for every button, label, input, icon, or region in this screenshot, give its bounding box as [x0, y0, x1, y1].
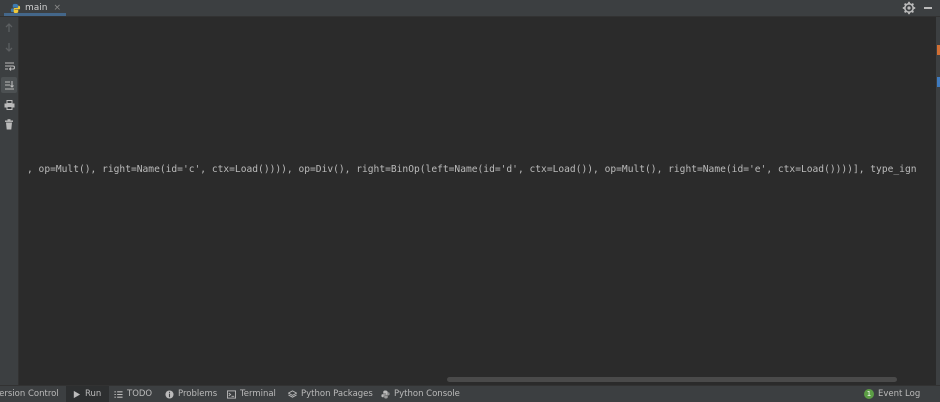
list-icon — [114, 390, 123, 398]
play-icon — [73, 390, 81, 398]
version-control-label: Version Control — [0, 389, 59, 399]
event-log-badge: 1 — [864, 389, 874, 399]
console-output-line: , op=Mult(), right=Name(id='c', ctx=Load… — [27, 164, 917, 175]
run-label: Run — [85, 389, 102, 399]
tab-run[interactable]: Run — [66, 386, 110, 402]
close-icon[interactable]: × — [54, 3, 62, 13]
horizontal-scrollbar[interactable] — [447, 377, 897, 382]
soft-wrap-icon[interactable] — [1, 58, 17, 74]
minimize-icon[interactable] — [922, 1, 934, 15]
tab-version-control[interactable]: Version Control — [0, 386, 59, 402]
event-log-label: Event Log — [878, 389, 921, 399]
console-toolbar — [0, 17, 19, 385]
info-circle-icon — [165, 389, 174, 399]
layers-icon — [288, 389, 297, 398]
python-console-icon — [381, 389, 390, 399]
active-tab-indicator — [4, 13, 66, 16]
todo-label: TODO — [127, 389, 153, 399]
scroll-to-end-icon[interactable] — [1, 77, 17, 93]
python-icon — [10, 3, 21, 13]
run-console-output[interactable]: , op=Mult(), right=Name(id='c', ctx=Load… — [19, 17, 936, 385]
right-gutter — [936, 17, 940, 385]
problems-label: Problems — [178, 389, 218, 399]
print-icon[interactable] — [1, 97, 17, 113]
terminal-label: Terminal — [240, 389, 276, 399]
tool-window-bar: Version Control Run TODO Problems Termin… — [0, 385, 940, 402]
tab-problems[interactable]: Problems — [165, 386, 217, 402]
tab-todo[interactable]: TODO — [114, 386, 152, 402]
trash-icon[interactable] — [1, 116, 17, 132]
python-console-label: Python Console — [394, 389, 460, 399]
tab-python-packages[interactable]: Python Packages — [288, 386, 373, 402]
terminal-icon — [227, 389, 236, 399]
tab-terminal[interactable]: Terminal — [227, 386, 276, 402]
arrow-down-icon[interactable] — [1, 39, 17, 55]
tab-event-log[interactable]: 1 Event Log — [864, 386, 920, 402]
python-packages-label: Python Packages — [301, 389, 373, 399]
gear-icon[interactable] — [902, 1, 916, 15]
tab-label: main — [25, 3, 48, 13]
arrow-up-icon[interactable] — [1, 20, 17, 36]
run-tab-bar: main × — [0, 0, 940, 17]
tab-python-console[interactable]: Python Console — [381, 386, 460, 402]
